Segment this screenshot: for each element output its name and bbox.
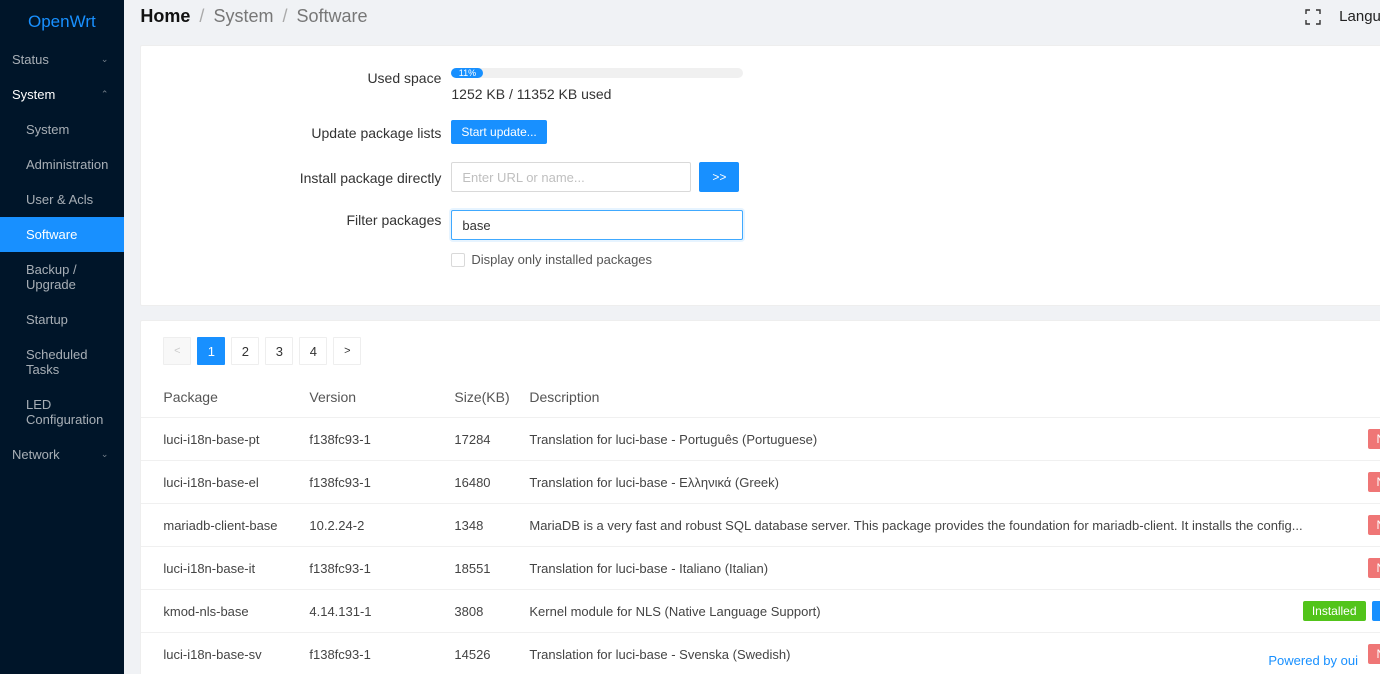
sidebar-sub-user-acls[interactable]: User & Acls (0, 182, 124, 217)
pagination: < 1234 > (141, 321, 1380, 375)
table-row: luci-i18n-base-svf138fc93-114526Translat… (141, 633, 1380, 674)
status-upgradable[interactable]: Upgradable (1372, 601, 1380, 621)
sidebar-sub-scheduled-tasks[interactable]: Scheduled Tasks (0, 337, 124, 387)
status-not-installed[interactable]: Not installed (1368, 644, 1380, 664)
pkg-name: luci-i18n-base-sv (163, 647, 309, 662)
breadcrumb-system[interactable]: System (213, 6, 273, 26)
chevron-down-icon: ⌄ (101, 54, 109, 65)
pkg-size: 3808 (454, 604, 529, 619)
breadcrumb: Home / System / Software (140, 6, 367, 27)
used-space-bar: 11% (451, 68, 743, 78)
install-url-input[interactable] (451, 162, 691, 192)
status-not-installed[interactable]: Not installed (1368, 429, 1380, 449)
status-not-installed[interactable]: Not installed (1368, 515, 1380, 535)
only-installed-checkbox[interactable] (451, 253, 465, 267)
pkg-desc: Translation for luci-base - Italiano (It… (529, 561, 1316, 576)
fullscreen-icon[interactable] (1305, 9, 1321, 25)
col-version: Version (309, 389, 454, 405)
status-installed[interactable]: Installed (1303, 601, 1366, 621)
pkg-version: 10.2.24-2 (309, 518, 454, 533)
page-2[interactable]: 2 (231, 337, 259, 365)
pkg-size: 14526 (454, 647, 529, 662)
sidebar-item-system[interactable]: System⌃ (0, 77, 124, 112)
pkg-version: f138fc93-1 (309, 475, 454, 490)
sidebar-sub-led-configuration[interactable]: LED Configuration (0, 387, 124, 437)
sidebar-sub-system[interactable]: System (0, 112, 124, 147)
table-row: luci-i18n-base-ptf138fc93-117284Translat… (141, 418, 1380, 461)
pkg-desc: Translation for luci-base - Svenska (Swe… (529, 647, 1316, 662)
chevron-up-icon: ⌃ (101, 89, 109, 100)
footer[interactable]: Powered by oui (1268, 653, 1358, 668)
pkg-version: f138fc93-1 (309, 432, 454, 447)
breadcrumb-home[interactable]: Home (140, 6, 190, 26)
update-label: Update package lists (141, 123, 451, 141)
used-space-fill: 11% (451, 68, 483, 78)
pkg-name: luci-i18n-base-it (163, 561, 309, 576)
sidebar: OpenWrt Status⌄ System⌃ SystemAdministra… (0, 0, 124, 674)
install-go-button[interactable]: >> (699, 162, 739, 192)
language-selector[interactable]: Language⌄ (1339, 8, 1380, 25)
header: Home / System / Software Language⌄ root⌄ (124, 0, 1380, 35)
sidebar-sub-backup-upgrade[interactable]: Backup / Upgrade (0, 252, 124, 302)
page-prev[interactable]: < (163, 337, 191, 365)
page-3[interactable]: 3 (265, 337, 293, 365)
page-next[interactable]: > (333, 337, 361, 365)
pkg-size: 17284 (454, 432, 529, 447)
col-description: Description (529, 389, 1316, 405)
table-row: luci-i18n-base-itf138fc93-118551Translat… (141, 547, 1380, 590)
pkg-actions: Not installed (1317, 515, 1380, 535)
pkg-size: 1348 (454, 518, 529, 533)
filter-input[interactable] (451, 210, 743, 240)
pkg-size: 16480 (454, 475, 529, 490)
sidebar-sub-software[interactable]: Software (0, 217, 124, 252)
start-update-button[interactable]: Start update... (451, 120, 546, 144)
table-row: luci-i18n-base-elf138fc93-116480Translat… (141, 461, 1380, 504)
filter-label: Filter packages (141, 210, 451, 228)
pkg-actions: Not installed (1317, 558, 1380, 578)
pkg-size: 18551 (454, 561, 529, 576)
pkg-version: 4.14.131-1 (309, 604, 454, 619)
pkg-desc: Kernel module for NLS (Native Language S… (529, 604, 1316, 619)
pkg-name: kmod-nls-base (163, 604, 309, 619)
sidebar-sub-administration[interactable]: Administration (0, 147, 124, 182)
install-label: Install package directly (141, 168, 451, 186)
table-row: kmod-nls-base4.14.131-13808Kernel module… (141, 590, 1380, 633)
sidebar-item-status[interactable]: Status⌄ (0, 42, 124, 77)
pkg-desc: Translation for luci-base - Português (P… (529, 432, 1316, 447)
pkg-name: luci-i18n-base-pt (163, 432, 309, 447)
pkg-version: f138fc93-1 (309, 561, 454, 576)
col-actions: # (1317, 389, 1380, 405)
sidebar-sub-startup[interactable]: Startup (0, 302, 124, 337)
used-space-label: Used space (141, 68, 451, 86)
pkg-name: luci-i18n-base-el (163, 475, 309, 490)
chevron-down-icon: ⌄ (101, 449, 109, 460)
pkg-desc: MariaDB is a very fast and robust SQL da… (529, 518, 1316, 533)
pkg-actions: Not installed (1317, 472, 1380, 492)
pkg-version: f138fc93-1 (309, 647, 454, 662)
table-row: mariadb-client-base10.2.24-21348MariaDB … (141, 504, 1380, 547)
status-not-installed[interactable]: Not installed (1368, 558, 1380, 578)
sidebar-item-network[interactable]: Network⌄ (0, 437, 124, 472)
pkg-desc: Translation for luci-base - Ελληνικά (Gr… (529, 475, 1316, 490)
pkg-actions: Not installed (1317, 429, 1380, 449)
used-space-text: 1252 KB / 11352 KB used (451, 86, 611, 102)
form-card: Used space 11% 1252 KB / 11352 KB used U… (140, 45, 1380, 306)
pkg-name: mariadb-client-base (163, 518, 309, 533)
only-installed-label: Display only installed packages (471, 252, 652, 267)
page-1[interactable]: 1 (197, 337, 225, 365)
results-card: < 1234 > Package Version Size(KB) Descri… (140, 320, 1380, 674)
page-4[interactable]: 4 (299, 337, 327, 365)
col-package: Package (163, 389, 309, 405)
pkg-actions: InstalledUpgradable (1317, 601, 1380, 621)
breadcrumb-software: Software (297, 6, 368, 26)
col-size: Size(KB) (454, 389, 529, 405)
brand: OpenWrt (0, 0, 124, 42)
status-not-installed[interactable]: Not installed (1368, 472, 1380, 492)
